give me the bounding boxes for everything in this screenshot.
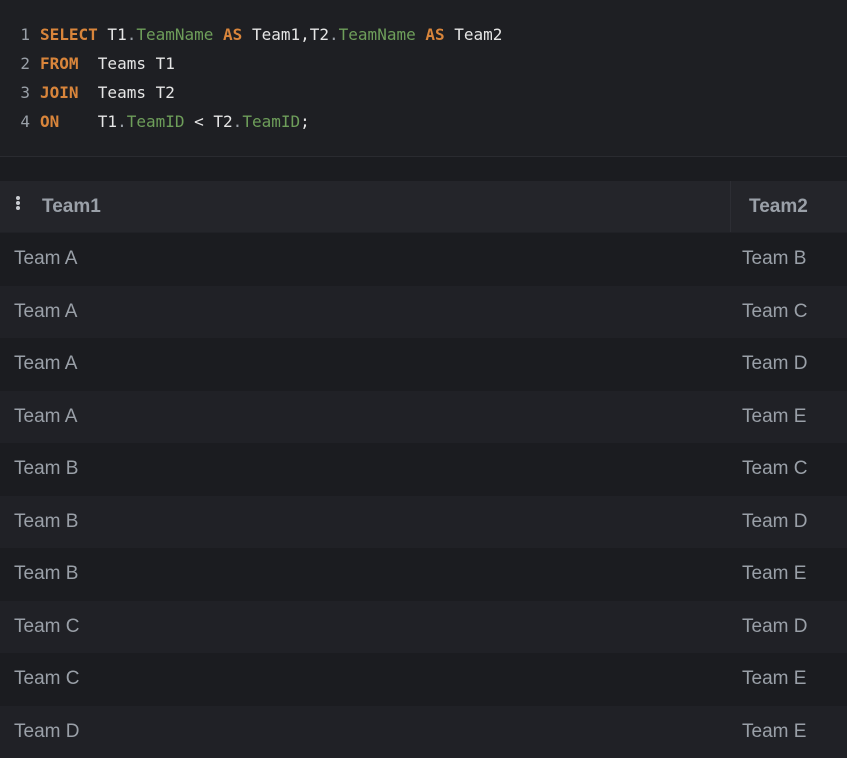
code-token — [416, 25, 426, 44]
cell-team2[interactable]: Team C — [731, 443, 847, 496]
code-token: . — [329, 25, 339, 44]
code-text[interactable]: JOIN Teams T2 — [40, 78, 175, 107]
code-token: FROM — [40, 54, 79, 73]
code-token: T1 — [98, 25, 127, 44]
cell-team1[interactable]: Team B — [0, 443, 731, 496]
code-token: TeamName — [136, 25, 213, 44]
table-body: Team ATeam BTeam ATeam CTeam ATeam DTeam… — [0, 233, 847, 758]
code-token: Team2 — [445, 25, 503, 44]
cell-team2[interactable]: Team D — [731, 338, 847, 391]
code-token: ON — [40, 112, 59, 131]
code-token: AS — [425, 25, 444, 44]
line-number: 1 — [0, 20, 40, 49]
code-token: AS — [223, 25, 242, 44]
table-row[interactable]: Team BTeam E — [0, 548, 847, 601]
table-header: Team1 Team2 — [0, 181, 847, 233]
code-token: . — [117, 112, 127, 131]
column-header-team2[interactable]: Team2 — [731, 181, 847, 232]
vertical-dots-icon[interactable] — [16, 196, 22, 212]
cell-team1[interactable]: Team B — [0, 496, 731, 549]
cell-team2[interactable]: Team D — [731, 496, 847, 549]
code-token — [213, 25, 223, 44]
cell-team2[interactable]: Team D — [731, 601, 847, 654]
column-header-label: Team2 — [749, 196, 808, 217]
column-header-label: Team1 — [42, 196, 101, 217]
code-token: TeamID — [127, 112, 185, 131]
table-row[interactable]: Team ATeam D — [0, 338, 847, 391]
table-row[interactable]: Team ATeam C — [0, 286, 847, 339]
code-token: TeamID — [242, 112, 300, 131]
code-token: . — [233, 112, 243, 131]
table-row[interactable]: Team CTeam D — [0, 601, 847, 654]
code-text[interactable]: FROM Teams T1 — [40, 49, 175, 78]
cell-team1[interactable]: Team D — [0, 706, 731, 758]
code-line[interactable]: 1SELECT T1.TeamName AS Team1,T2.TeamName… — [0, 20, 847, 49]
cell-team1[interactable]: Team A — [0, 233, 731, 286]
cell-team1[interactable]: Team B — [0, 548, 731, 601]
table-row[interactable]: Team BTeam D — [0, 496, 847, 549]
cell-team2[interactable]: Team E — [731, 391, 847, 444]
line-number: 4 — [0, 107, 40, 136]
code-line[interactable]: 4ON T1.TeamID < T2.TeamID; — [0, 107, 847, 136]
cell-team2[interactable]: Team B — [731, 233, 847, 286]
code-line[interactable]: 3JOIN Teams T2 — [0, 78, 847, 107]
table-row[interactable]: Team ATeam E — [0, 391, 847, 444]
table-row[interactable]: Team BTeam C — [0, 443, 847, 496]
line-number: 2 — [0, 49, 40, 78]
code-text[interactable]: ON T1.TeamID < T2.TeamID; — [40, 107, 310, 136]
table-row[interactable]: Team CTeam E — [0, 653, 847, 706]
line-number: 3 — [0, 78, 40, 107]
code-line[interactable]: 2FROM Teams T1 — [0, 49, 847, 78]
code-token: Team1,T2 — [242, 25, 329, 44]
cell-team1[interactable]: Team A — [0, 338, 731, 391]
results-table: Team1 Team2 Team ATeam BTeam ATeam CTeam… — [0, 181, 847, 758]
table-row[interactable]: Team DTeam E — [0, 706, 847, 758]
sql-editor[interactable]: 1SELECT T1.TeamName AS Team1,T2.TeamName… — [0, 0, 847, 157]
table-row[interactable]: Team ATeam B — [0, 233, 847, 286]
code-token: < T2 — [185, 112, 233, 131]
cell-team2[interactable]: Team E — [731, 706, 847, 758]
cell-team1[interactable]: Team A — [0, 286, 731, 339]
code-text[interactable]: SELECT T1.TeamName AS Team1,T2.TeamName … — [40, 20, 502, 49]
cell-team2[interactable]: Team C — [731, 286, 847, 339]
cell-team1[interactable]: Team A — [0, 391, 731, 444]
code-token: T1 — [59, 112, 117, 131]
column-header-team1[interactable]: Team1 — [0, 181, 731, 232]
code-token: SELECT — [40, 25, 98, 44]
cell-team2[interactable]: Team E — [731, 548, 847, 601]
code-token: TeamName — [339, 25, 416, 44]
cell-team1[interactable]: Team C — [0, 653, 731, 706]
cell-team1[interactable]: Team C — [0, 601, 731, 654]
code-token: ; — [300, 112, 310, 131]
code-token: . — [127, 25, 137, 44]
cell-team2[interactable]: Team E — [731, 653, 847, 706]
code-token: Teams T2 — [79, 83, 175, 102]
code-token: JOIN — [40, 83, 79, 102]
code-token: Teams T1 — [79, 54, 175, 73]
